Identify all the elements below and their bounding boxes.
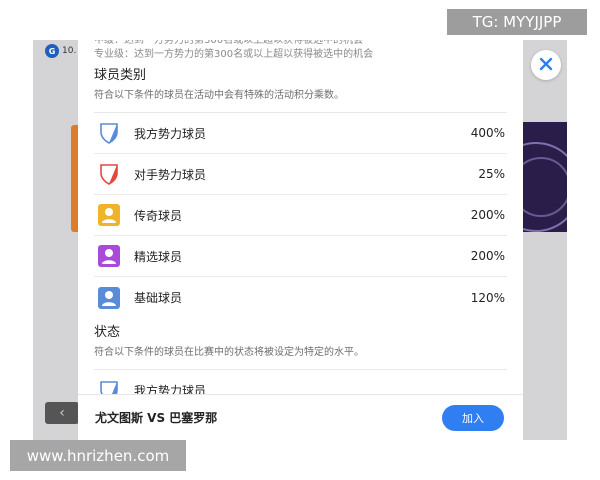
list-item: 对手势力球员 25% bbox=[94, 154, 507, 195]
row-value: 25% bbox=[478, 167, 505, 181]
join-button[interactable]: 加入 bbox=[442, 404, 504, 431]
player-gold-icon bbox=[98, 204, 120, 226]
list-item: 传奇球员 200% bbox=[94, 195, 507, 236]
g-logo-icon: G bbox=[45, 44, 59, 58]
close-button[interactable] bbox=[531, 50, 561, 80]
url-watermark: www.hnrizhen.com bbox=[10, 440, 186, 471]
shield-blue-icon bbox=[98, 122, 120, 144]
background-header-text: 10. bbox=[62, 46, 77, 56]
row-value: 120% bbox=[470, 290, 505, 305]
background-header: G 10. bbox=[45, 44, 76, 58]
player-purple-icon bbox=[98, 245, 120, 267]
event-details-modal: 中级：达到一方势力的第300名或以上超以获得被选中的机会 专业级：达到一方势力的… bbox=[78, 40, 523, 440]
note-intermediate: 中级：达到一方势力的第300名或以上超以获得被选中的机会 bbox=[94, 40, 364, 46]
note-professional: 专业级：达到一方势力的第300名或以上超以获得被选中的机会 bbox=[94, 49, 374, 60]
player-category-title: 球员类别 bbox=[94, 68, 147, 83]
row-label: 基础球员 bbox=[134, 291, 183, 305]
player-category-description: 符合以下条件的球员在活动中会有特殊的活动积分乘数。 bbox=[94, 89, 507, 113]
row-value: 200% bbox=[470, 249, 505, 263]
match-title: 尤文图斯 VS 巴塞罗那 bbox=[95, 411, 218, 425]
list-item: 基础球员 120% bbox=[94, 277, 507, 318]
modal-scroll-content[interactable]: 中级：达到一方势力的第300名或以上超以获得被选中的机会 专业级：达到一方势力的… bbox=[78, 40, 523, 411]
player-category-list: 我方势力球员 400% 对手势力球员 25% 传奇球员 200% 精选球员 20… bbox=[94, 113, 507, 318]
close-icon bbox=[539, 56, 553, 75]
row-label: 传奇球员 bbox=[134, 208, 183, 223]
status-description: 符合以下条件的球员在比赛中的状态将被设定为特定的水平。 bbox=[94, 346, 507, 370]
game-screen: G 10. ‹ 中级：达到一方势力的第300名或以上超以获得被选中的机会 专业级… bbox=[33, 40, 567, 440]
background-back-button: ‹ bbox=[45, 402, 79, 424]
row-value: 400% bbox=[470, 126, 505, 140]
telegram-watermark: TG: MYYJJPP bbox=[447, 9, 587, 35]
row-value: 200% bbox=[470, 208, 505, 222]
row-label: 精选球员 bbox=[134, 249, 183, 264]
row-label: 我方势力球员 bbox=[134, 126, 207, 141]
modal-footer: 尤文图斯 VS 巴塞罗那 加入 bbox=[78, 394, 523, 440]
status-title: 状态 bbox=[94, 325, 121, 340]
row-label: 对手势力球员 bbox=[134, 167, 207, 182]
player-blue-icon bbox=[98, 286, 120, 309]
list-item: 精选球员 200% bbox=[94, 236, 507, 277]
background-stadium-image bbox=[521, 122, 567, 232]
back-arrow-icon: ‹ bbox=[59, 405, 65, 421]
shield-red-icon bbox=[98, 163, 120, 185]
list-item: 我方势力球员 400% bbox=[94, 113, 507, 154]
